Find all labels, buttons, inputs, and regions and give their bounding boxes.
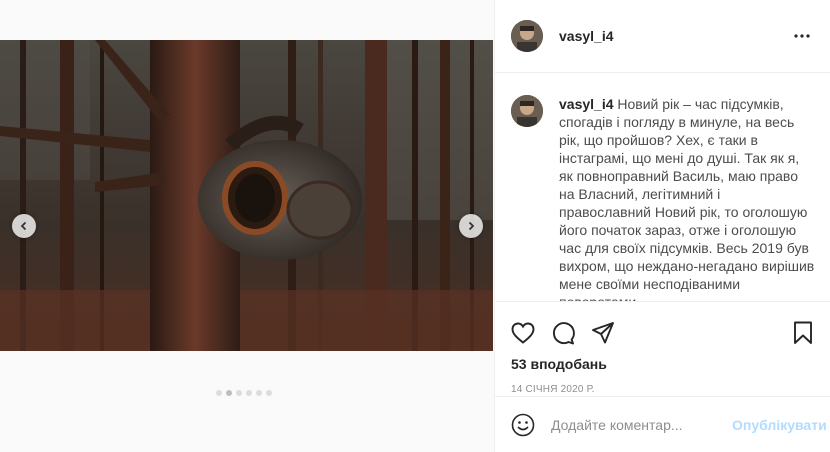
share-icon	[592, 322, 614, 344]
carousel-dot	[226, 390, 232, 396]
caption-username[interactable]: vasyl_i4	[559, 96, 614, 112]
like-button[interactable]	[511, 321, 535, 345]
post-caption: vasyl_i4 Новий рік – час підсумків, спог…	[495, 73, 830, 301]
action-icons	[495, 302, 830, 352]
avatar[interactable]	[511, 20, 543, 52]
more-options-icon	[794, 34, 810, 38]
likes-count[interactable]: 53 вподобань	[495, 356, 830, 372]
save-button[interactable]	[791, 321, 815, 345]
heart-icon	[511, 322, 535, 344]
post-date[interactable]: 14 СІЧНЯ 2020 Р.	[495, 384, 830, 395]
caption-avatar[interactable]	[511, 95, 543, 127]
avatar-image	[511, 20, 543, 52]
post-comment-button[interactable]: Опублікувати	[732, 417, 827, 433]
caption-body: Новий рік – час підсумків, спогадів і по…	[559, 96, 815, 301]
post-actions: 53 вподобань 14 СІЧНЯ 2020 Р. Опублікува…	[495, 301, 830, 449]
post-photo[interactable]	[0, 40, 493, 351]
post-header: vasyl_i4	[495, 0, 830, 73]
carousel-dot	[246, 390, 252, 396]
carousel-dot	[236, 390, 242, 396]
carousel-dot	[216, 390, 222, 396]
prev-slide-button[interactable]	[12, 214, 36, 238]
caption-text: vasyl_i4 Новий рік – час підсумків, спог…	[559, 95, 815, 301]
post-media	[0, 0, 494, 452]
post-side-panel: vasyl_i4 vasyl_i4 Новий рік – час підсум…	[494, 0, 830, 452]
emoji-icon	[511, 413, 535, 437]
bookmark-icon	[794, 321, 812, 344]
comment-input[interactable]	[551, 417, 732, 433]
next-slide-button[interactable]	[459, 214, 483, 238]
carousel-dot	[266, 390, 272, 396]
carousel-indicator	[216, 390, 272, 396]
chevron-right-icon	[468, 221, 475, 231]
chevron-left-icon	[20, 221, 27, 231]
share-button[interactable]	[591, 321, 615, 345]
comment-button[interactable]	[551, 321, 575, 345]
add-comment-bar: Опублікувати	[495, 396, 830, 452]
header-username[interactable]: vasyl_i4	[559, 28, 790, 44]
comment-icon	[552, 322, 575, 345]
carousel-dot	[256, 390, 262, 396]
forest-gasmask-image	[0, 40, 493, 351]
emoji-button[interactable]	[511, 413, 535, 437]
more-options-button[interactable]	[790, 24, 814, 48]
avatar-image	[511, 95, 543, 127]
